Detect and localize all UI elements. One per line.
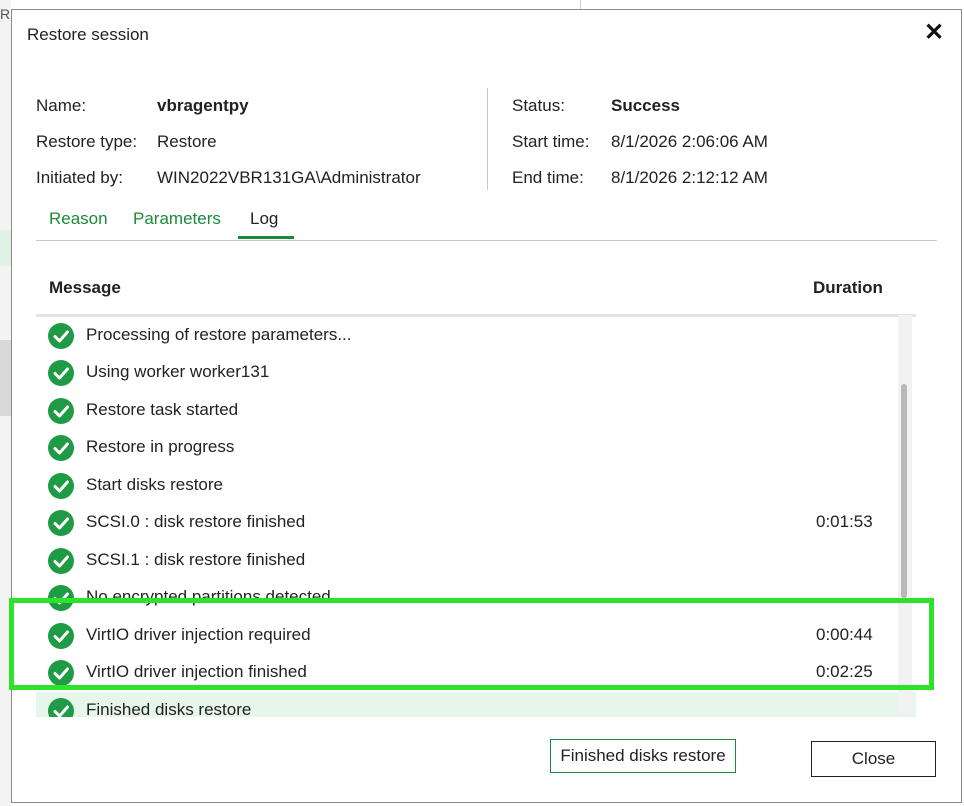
initiated-by-label: Initiated by: [36, 168, 123, 187]
tab-log[interactable]: Log [250, 209, 278, 229]
success-check-icon [48, 510, 74, 536]
background-selected-item [0, 230, 11, 266]
table-row[interactable]: SCSI.1 : disk restore finished [36, 542, 916, 579]
table-row[interactable]: VirtIO driver injection required 0:00:44 [36, 617, 916, 654]
table-row[interactable]: SCSI.0 : disk restore finished 0:01:53 [36, 504, 916, 541]
log-table-header: Message Duration [36, 270, 916, 317]
table-row[interactable]: Using worker worker131 [36, 354, 916, 391]
success-check-icon [48, 660, 74, 686]
background-text-fragment: R [0, 6, 11, 22]
table-row[interactable]: Processing of restore parameters... [36, 317, 916, 354]
name-value: vbragentpy [157, 96, 249, 115]
status-value: Success [611, 96, 680, 115]
success-check-icon [48, 623, 74, 649]
log-message: Start disks restore [86, 475, 223, 494]
log-message: Finished disks restore [86, 700, 252, 717]
restore-session-dialog: Restore session ✕ Name: vbragentpy Resto… [9, 9, 962, 803]
column-header-duration[interactable]: Duration [813, 278, 883, 298]
column-header-message[interactable]: Message [49, 278, 121, 298]
log-scrollbar-thumb[interactable] [901, 384, 907, 598]
log-message: Using worker worker131 [86, 362, 270, 381]
success-check-icon [48, 435, 74, 461]
background-grey-item [0, 340, 11, 416]
success-check-icon [48, 698, 74, 717]
log-message: SCSI.0 : disk restore finished [86, 512, 306, 531]
table-row[interactable]: Restore task started [36, 392, 916, 429]
table-row[interactable]: VirtIO driver injection finished 0:02:25 [36, 654, 916, 691]
status-label: Status: [512, 96, 565, 115]
table-row-selected[interactable]: Finished disks restore [36, 692, 916, 717]
tab-reason[interactable]: Reason [49, 209, 108, 229]
end-time-value: 8/1/2026 2:12:12 AM [611, 168, 768, 187]
end-time-label: End time: [512, 168, 584, 187]
selected-message-display: Finished disks restore [550, 739, 736, 773]
tab-parameters[interactable]: Parameters [133, 209, 221, 229]
log-message: Restore in progress [86, 437, 235, 456]
success-check-icon [48, 398, 74, 424]
success-check-icon [48, 323, 74, 349]
success-check-icon [48, 360, 74, 386]
log-message: VirtIO driver injection finished [86, 662, 307, 681]
table-row[interactable]: Start disks restore [36, 467, 916, 504]
log-message: Processing of restore parameters... [86, 325, 352, 344]
close-icon[interactable]: ✕ [921, 20, 947, 46]
name-label: Name: [36, 96, 87, 115]
title-bar[interactable]: Restore session ✕ [12, 10, 961, 58]
success-check-icon [48, 585, 74, 611]
active-tab-indicator [238, 236, 294, 239]
start-time-label: Start time: [512, 132, 590, 151]
log-table: Message Duration Processing of restore p… [36, 270, 937, 717]
restore-type-value: Restore [157, 132, 217, 151]
initiated-by-value: WIN2022VBR131GA\Administrator [157, 168, 421, 187]
start-time-value: 8/1/2026 2:06:06 AM [611, 132, 768, 151]
info-divider [487, 88, 488, 190]
dialog-title: Restore session [27, 25, 149, 44]
table-row[interactable]: Restore in progress [36, 429, 916, 466]
log-message: Restore task started [86, 400, 239, 419]
success-check-icon [48, 473, 74, 499]
log-message: SCSI.1 : disk restore finished [86, 550, 306, 569]
log-duration: 0:00:44 [816, 625, 873, 644]
close-button[interactable]: Close [811, 741, 936, 777]
log-table-body: Processing of restore parameters... Usin… [36, 317, 916, 717]
log-message: No encrypted partitions detected [86, 587, 331, 606]
restore-type-label: Restore type: [36, 132, 138, 151]
log-message: VirtIO driver injection required [86, 625, 311, 644]
success-check-icon [48, 548, 74, 574]
tab-bar: Reason Parameters Log [36, 206, 937, 241]
log-duration: 0:01:53 [816, 512, 873, 531]
table-row[interactable]: No encrypted partitions detected [36, 579, 916, 616]
log-duration: 0:02:25 [816, 662, 873, 681]
